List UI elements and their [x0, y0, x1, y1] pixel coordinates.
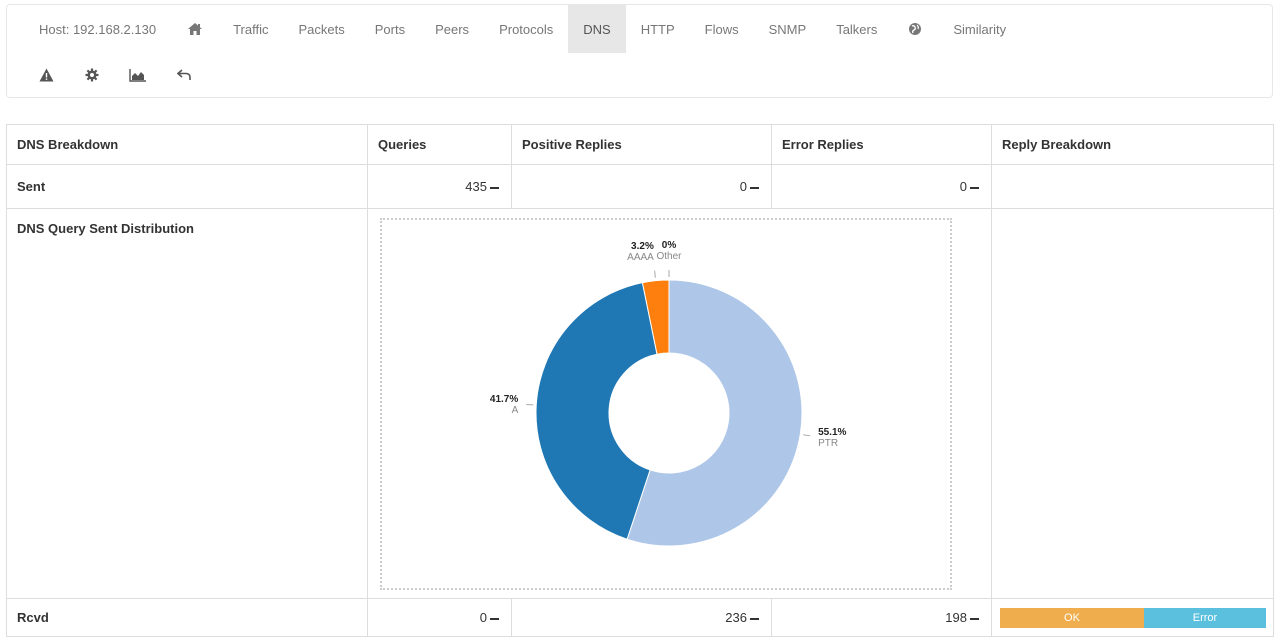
reply-error-segment[interactable]: Error: [1144, 607, 1266, 628]
label-leader-ptr: [803, 434, 811, 437]
table-row-rcvd: Rcvd 0 236 198 OK Error: [6, 598, 1274, 637]
rcvd-reply-breakdown-cell: OK Error: [991, 598, 1274, 637]
sent-positive-value: 0: [739, 179, 747, 194]
sent-error-cell: 0: [771, 164, 992, 209]
nav-dns[interactable]: DNS: [568, 5, 626, 53]
nav-talkers[interactable]: Talkers: [821, 5, 892, 53]
trend-flat-icon: [490, 617, 499, 620]
sent-positive-cell: 0: [511, 164, 772, 209]
slice-percent-aaaa: 3.2%: [631, 241, 654, 252]
trend-flat-icon: [750, 186, 759, 189]
trend-flat-icon: [970, 186, 979, 189]
row-label-distribution: DNS Query Sent Distribution: [6, 208, 368, 599]
globe-icon[interactable]: [892, 5, 938, 53]
home-icon[interactable]: [172, 5, 218, 53]
rcvd-positive-value: 236: [725, 610, 747, 625]
area-chart-icon[interactable]: [115, 53, 161, 97]
reply-ok-segment[interactable]: OK: [1000, 607, 1144, 628]
warning-icon[interactable]: [23, 53, 69, 97]
table-header-row: DNS Breakdown Queries Positive Replies E…: [6, 124, 1274, 165]
slice-label-a: A: [512, 405, 519, 416]
header-queries: Queries: [367, 124, 512, 165]
header-dns-breakdown: DNS Breakdown: [6, 124, 368, 165]
nav-row-secondary: [7, 53, 207, 97]
row-label-rcvd: Rcvd: [6, 598, 368, 637]
trend-flat-icon: [750, 617, 759, 620]
nav-flows[interactable]: Flows: [690, 5, 754, 53]
rcvd-error-value: 198: [945, 610, 967, 625]
gear-icon[interactable]: [69, 53, 115, 97]
slice-percent-other: 0%: [662, 240, 677, 251]
sent-queries-cell: 435: [367, 164, 512, 209]
distribution-empty-cell: [991, 208, 1274, 599]
nav-row-primary: Host: 192.168.2.130 Traffic Packets Port…: [7, 5, 1021, 53]
table-row-sent: Sent 435 0 0: [6, 164, 1274, 209]
nav-ports[interactable]: Ports: [360, 5, 420, 53]
label-leader-aaaa: [654, 270, 656, 278]
slice-percent-a: 41.7%: [490, 394, 518, 405]
rcvd-queries-value: 0: [479, 610, 487, 625]
nav-peers[interactable]: Peers: [420, 5, 484, 53]
rcvd-queries-cell: 0: [367, 598, 512, 637]
nav-protocols[interactable]: Protocols: [484, 5, 568, 53]
sent-queries-value: 435: [465, 179, 487, 194]
slice-a[interactable]: [535, 282, 658, 540]
top-navbar: Host: 192.168.2.130 Traffic Packets Port…: [6, 4, 1273, 98]
nav-http[interactable]: HTTP: [626, 5, 690, 53]
slice-label-aaaa: AAAA: [627, 252, 654, 263]
host-label: Host: 192.168.2.130: [39, 21, 157, 37]
slice-percent-ptr: 55.1%: [818, 427, 846, 438]
sent-reply-breakdown-cell: [991, 164, 1274, 209]
donut-chart-svg: 55.1%PTR 41.7%A 3.2%AAAA 0%Other: [490, 240, 847, 547]
header-reply-breakdown: Reply Breakdown: [991, 124, 1274, 165]
slice-label-ptr: PTR: [818, 438, 838, 449]
rcvd-positive-cell: 236: [511, 598, 772, 637]
nav-traffic[interactable]: Traffic: [218, 5, 283, 53]
trend-flat-icon: [490, 186, 499, 189]
nav-similarity[interactable]: Similarity: [938, 5, 1021, 53]
dns-query-distribution-chart: 55.1% PTR 41.7% A 3.2% AAAA 0% Other: [380, 218, 952, 590]
row-label-sent: Sent: [6, 164, 368, 209]
slice-label-other: Other: [656, 251, 682, 262]
sent-error-value: 0: [959, 179, 967, 194]
header-error-replies: Error Replies: [771, 124, 992, 165]
undo-icon[interactable]: [161, 53, 207, 97]
header-positive-replies: Positive Replies: [511, 124, 772, 165]
nav-packets[interactable]: Packets: [284, 5, 360, 53]
trend-flat-icon: [970, 617, 979, 620]
reply-breakdown-bar: OK Error: [1000, 607, 1266, 628]
rcvd-error-cell: 198: [771, 598, 992, 637]
nav-snmp[interactable]: SNMP: [754, 5, 822, 53]
